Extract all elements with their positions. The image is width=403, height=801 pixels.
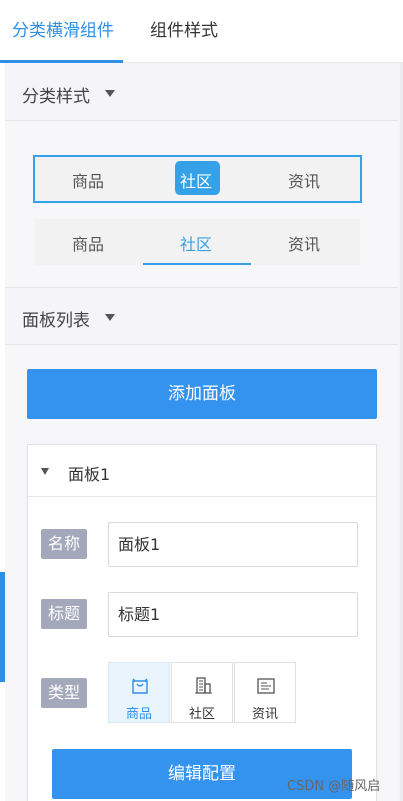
type-option-label: 社区	[188, 707, 215, 722]
tab-category-slider[interactable]: 分类横滑组件	[12, 20, 114, 42]
watermark: CSDN @随风启	[287, 779, 381, 794]
panel-card-title: 面板1	[68, 465, 111, 484]
segment-goods[interactable]: 商品	[72, 231, 104, 255]
add-panel-button[interactable]: 添加面板	[27, 369, 377, 419]
heading-input[interactable]: 标题1	[108, 592, 358, 637]
caret-down-icon	[41, 468, 49, 475]
type-option-news[interactable]: 资讯	[234, 662, 296, 723]
segment-community[interactable]: 社区	[180, 168, 212, 192]
type-option-label: 商品	[125, 707, 152, 722]
segment-news[interactable]: 资讯	[288, 231, 320, 255]
name-input[interactable]: 面板1	[108, 522, 358, 567]
type-option-goods[interactable]: 商品	[108, 662, 170, 723]
panel-list-header[interactable]: 面板列表	[5, 288, 398, 344]
panel-list-title: 面板列表	[22, 311, 90, 331]
category-style-title: 分类样式	[22, 87, 90, 107]
caret-down-icon	[105, 314, 115, 321]
segment-news[interactable]: 资讯	[288, 168, 320, 192]
segment-community[interactable]: 社区	[180, 231, 212, 255]
type-option-community[interactable]: 社区	[171, 662, 233, 723]
caret-down-icon	[105, 90, 115, 97]
building-icon	[195, 677, 212, 694]
tab-component-style[interactable]: 组件样式	[150, 20, 218, 42]
category-style-header[interactable]: 分类样式	[5, 64, 398, 120]
top-tab-bar: 分类横滑组件 组件样式	[0, 0, 403, 63]
type-option-label: 资讯	[251, 707, 278, 722]
bag-icon	[132, 678, 148, 694]
panel-card-header[interactable]: 面板1	[28, 445, 376, 497]
type-label: 类型	[41, 678, 87, 708]
name-label: 名称	[41, 529, 87, 559]
segment-underline-indicator	[143, 263, 251, 265]
news-icon	[257, 678, 275, 694]
segment-goods[interactable]: 商品	[72, 168, 104, 192]
heading-label: 标题	[41, 599, 87, 629]
